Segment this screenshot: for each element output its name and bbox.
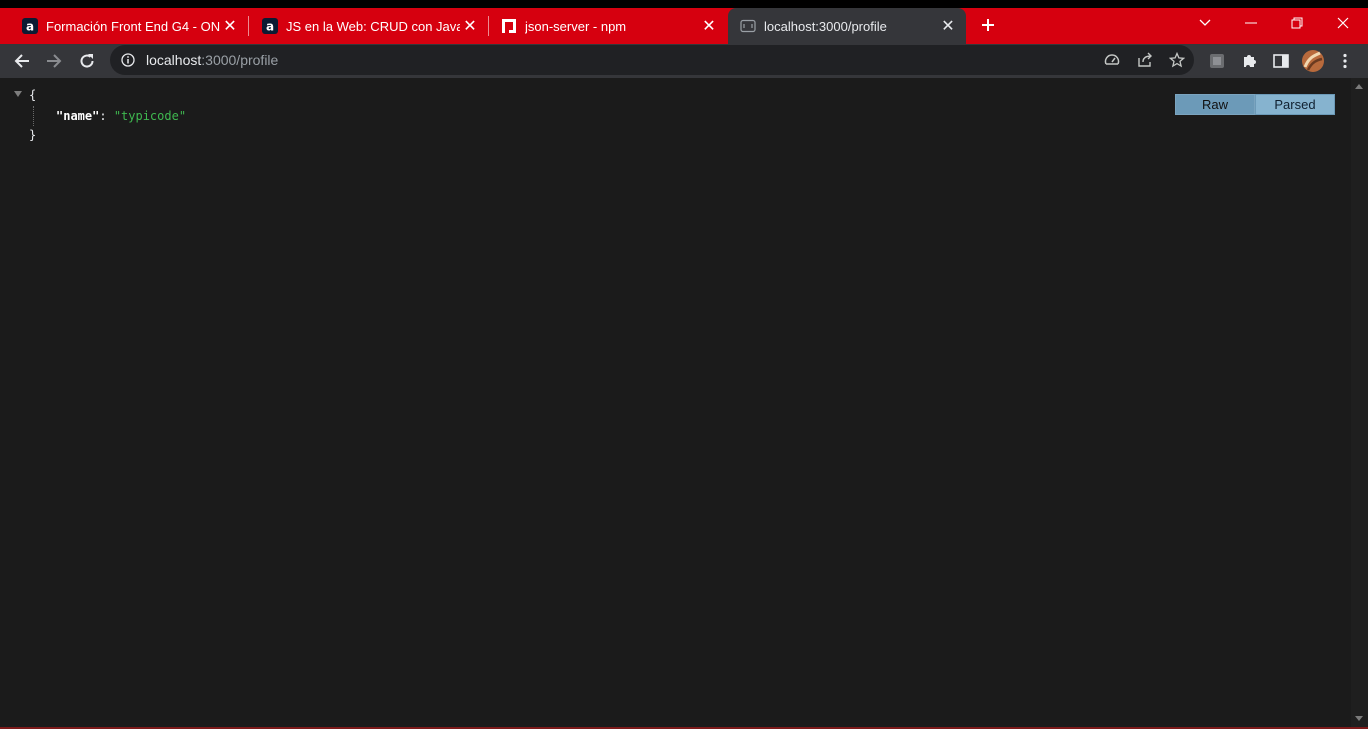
json-close-brace: } bbox=[29, 128, 37, 142]
raw-button[interactable]: Raw bbox=[1175, 94, 1255, 115]
scroll-up-arrow-icon[interactable] bbox=[1355, 84, 1363, 89]
puzzle-icon[interactable] bbox=[1238, 50, 1260, 72]
alura-a-icon: a bbox=[262, 18, 278, 34]
window-top-edge bbox=[0, 0, 1368, 8]
tab-formacion[interactable]: a Formación Front End G4 - ONE | ✕ bbox=[0, 8, 248, 44]
close-window-button[interactable] bbox=[1320, 8, 1366, 38]
minimize-button[interactable] bbox=[1228, 8, 1274, 38]
page-icon bbox=[740, 18, 756, 34]
info-icon[interactable] bbox=[120, 52, 136, 68]
close-icon[interactable]: ✕ bbox=[220, 16, 240, 36]
json-open-brace: { bbox=[29, 88, 37, 102]
new-tab-button[interactable] bbox=[976, 13, 1000, 37]
arrow-left-icon bbox=[14, 54, 29, 68]
collapse-toggle-icon[interactable] bbox=[14, 91, 22, 97]
indent-guide bbox=[33, 106, 34, 126]
json-string-value: "typicode" bbox=[113, 109, 187, 123]
profile-avatar[interactable] bbox=[1301, 49, 1325, 73]
close-icon bbox=[1337, 17, 1349, 29]
tab-title: localhost:3000/profile bbox=[764, 18, 887, 34]
share-icon[interactable] bbox=[1136, 51, 1154, 69]
view-mode-toggle: Raw Parsed bbox=[1175, 94, 1335, 115]
close-icon[interactable]: ✕ bbox=[938, 16, 958, 36]
json-colon: : bbox=[99, 109, 114, 123]
chevron-down-icon bbox=[1199, 19, 1211, 26]
performance-icon[interactable] bbox=[1103, 51, 1121, 69]
reload-icon bbox=[80, 54, 94, 68]
tab-title: Formación Front End G4 - ONE | bbox=[46, 18, 220, 34]
svg-text:a: a bbox=[26, 20, 34, 34]
vertical-scrollbar[interactable] bbox=[1351, 78, 1368, 729]
browser-toolbar: localhost:3000/profile bbox=[0, 44, 1368, 78]
bookmark-star-icon[interactable] bbox=[1168, 51, 1186, 69]
close-icon[interactable]: ✕ bbox=[699, 16, 719, 36]
address-bar[interactable]: localhost:3000/profile bbox=[110, 45, 1194, 75]
json-key: "name" bbox=[56, 109, 100, 123]
url-host: localhost bbox=[146, 52, 202, 68]
back-button[interactable] bbox=[9, 48, 35, 74]
tab-json-server[interactable]: json-server - npm ✕ bbox=[479, 8, 727, 44]
restore-icon bbox=[1291, 17, 1303, 29]
extension-icon[interactable] bbox=[1206, 50, 1228, 72]
tab-localhost-profile[interactable]: localhost:3000/profile ✕ bbox=[728, 8, 966, 44]
forward-button[interactable] bbox=[41, 48, 67, 74]
url-path: :3000/profile bbox=[201, 52, 279, 68]
svg-text:a: a bbox=[266, 20, 274, 34]
more-menu-icon[interactable] bbox=[1334, 50, 1356, 72]
tab-js-crud[interactable]: a JS en la Web: CRUD con JavaScript ✕ bbox=[240, 8, 488, 44]
parsed-button[interactable]: Parsed bbox=[1255, 94, 1335, 115]
alura-a-icon: a bbox=[22, 18, 38, 34]
side-panel-icon[interactable] bbox=[1270, 50, 1292, 72]
npm-icon bbox=[501, 18, 517, 34]
tab-title: json-server - npm bbox=[525, 18, 627, 34]
arrow-right-icon bbox=[47, 54, 62, 68]
restore-button[interactable] bbox=[1274, 8, 1320, 38]
close-icon[interactable]: ✕ bbox=[460, 16, 480, 36]
minimize-icon bbox=[1245, 22, 1257, 24]
reload-button[interactable] bbox=[74, 48, 100, 74]
scroll-down-arrow-icon[interactable] bbox=[1355, 716, 1363, 721]
json-entry: "name": "typicode" bbox=[56, 109, 186, 123]
plus-icon bbox=[982, 19, 994, 31]
tab-search-button[interactable] bbox=[1182, 8, 1228, 38]
tab-title: JS en la Web: CRUD con JavaScript bbox=[286, 18, 460, 34]
page-content bbox=[0, 78, 1351, 729]
